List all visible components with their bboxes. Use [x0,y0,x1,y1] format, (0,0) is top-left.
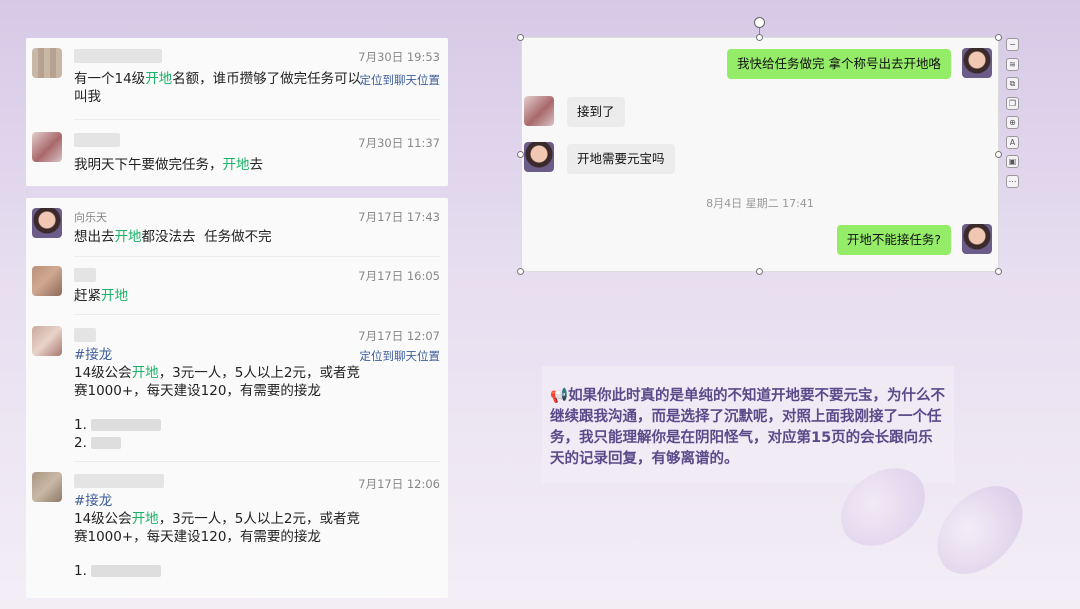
message-time: 7月17日 12:07 [358,329,440,343]
message-text-line2: 赛1000+，每天建设120，有需要的接龙 [74,529,321,545]
list-item[interactable]: 7月17日 12:06 #接龙 14级公会开地，3元一人，5人以上2元，或者竞 … [26,466,448,596]
message-text: 我明天下午要做完任务，开地去 [74,157,263,173]
zoom-icon[interactable]: ⊕ [1006,116,1019,129]
resize-handle[interactable] [756,268,763,275]
list-item[interactable]: 7月30日 19:53 定位到聊天位置 有一个14级开地名额，谁币攒够了做完任务… [26,38,448,118]
text-recognize-icon[interactable]: A [1006,135,1019,149]
search-results-panel-1: 7月30日 19:53 定位到聊天位置 有一个14级开地名额，谁币攒够了做完任务… [26,38,448,186]
minus-icon[interactable]: − [1006,38,1019,51]
avatar [32,208,62,238]
more-icon[interactable]: ⋯ [1006,174,1019,188]
locate-in-chat-link[interactable]: 定位到聊天位置 [360,348,441,364]
locate-in-chat-link[interactable]: 定位到聊天位置 [360,72,441,88]
chat-bubble-incoming: 接到了 [567,97,625,127]
avatar [962,48,992,78]
avatar [524,96,554,126]
resize-handle[interactable] [995,268,1002,275]
resize-handle[interactable] [517,268,524,275]
list-item[interactable]: 向乐天 7月17日 17:43 想出去开地都没法去 任务做不完 [26,198,448,258]
message-text: 想出去开地都没法去 任务做不完 [74,229,272,245]
resize-handle[interactable] [756,34,763,41]
chat-date-stamp: 8月4日 星期二 17:41 [706,197,814,210]
chat-bubble-outgoing: 我快给任务做完 拿个称号出去开地咯 [727,49,951,79]
list-entry-2: 2. [74,434,122,452]
divider [74,256,440,257]
image-toolbar: − ≋ ⧉ ❐ ⊕ A ▣ ⋯ [1006,38,1020,194]
blurred-name [74,474,164,488]
megaphone-icon: 📢 [550,388,569,404]
message-text: 14级公会开地，3元一人，5人以上2元，或者竞 [74,365,360,381]
chat-bubble-outgoing: 开地不能接任务? [836,225,951,255]
avatar [962,224,992,254]
blurred-name [74,268,96,282]
avatar [32,326,62,356]
copy-icon[interactable]: ❐ [1006,96,1019,110]
resize-handle[interactable] [517,151,524,158]
rotate-handle[interactable] [754,17,765,28]
avatar [524,142,554,172]
list-entry-1: 1. [74,416,162,434]
blurred-name [74,133,120,147]
comment-note: 📢如果你此时真的是单纯的不知道开地要不要元宝，为什么不继续跟我沟通，而是选择了沉… [542,366,954,483]
message-time: 7月17日 16:05 [358,269,440,283]
resize-handle[interactable] [995,151,1002,158]
message-time: 7月30日 11:37 [358,136,440,150]
blurred-name [74,328,96,342]
divider [74,461,440,462]
list-item[interactable]: 7月17日 16:05 赶紧开地 [26,260,448,314]
chat-screenshot[interactable]: 我快给任务做完 拿个称号出去开地咯 接到了 开地需要元宝吗 8月4日 星期二 1… [521,37,999,272]
message-time: 7月17日 12:06 [358,477,440,491]
resize-handle[interactable] [517,34,524,41]
hashtag-jielong[interactable]: #接龙 [74,346,112,364]
divider [74,119,440,120]
list-item[interactable]: 7月17日 12:07 定位到聊天位置 #接龙 14级公会开地，3元一人，5人以… [26,320,448,460]
message-time: 7月17日 17:43 [358,210,440,224]
search-results-panel-2: 向乐天 7月17日 17:43 想出去开地都没法去 任务做不完 7月17日 16… [26,198,448,598]
hashtag-jielong[interactable]: #接龙 [74,492,112,510]
petal-decoration [918,472,1042,588]
blurred-name [74,49,162,63]
message-time: 7月30日 19:53 [358,50,440,64]
message-text-line2: 赛1000+，每天建设120，有需要的接龙 [74,383,321,399]
sender-name: 向乐天 [74,211,107,224]
crop-icon[interactable]: ⧉ [1006,77,1019,90]
image-icon[interactable]: ▣ [1006,155,1019,168]
message-text: 赶紧开地 [74,288,128,304]
chat-bubble-incoming: 开地需要元宝吗 [567,144,675,174]
note-text: 如果你此时真的是单纯的不知道开地要不要元宝，为什么不继续跟我沟通，而是选择了沉默… [550,388,946,467]
avatar [32,48,62,78]
message-text: 有一个14级开地名额，谁币攒够了做完任务可以叫我 [74,71,362,105]
list-entry-1: 1. [74,562,162,580]
message-text: 14级公会开地，3元一人，5人以上2元，或者竞 [74,511,360,527]
layers-icon[interactable]: ≋ [1006,57,1019,71]
divider [74,314,440,315]
avatar [32,266,62,296]
avatar [32,132,62,162]
resize-handle[interactable] [995,34,1002,41]
avatar [32,472,62,502]
list-item[interactable]: 7月30日 11:37 我明天下午要做完任务，开地去 [26,122,448,182]
